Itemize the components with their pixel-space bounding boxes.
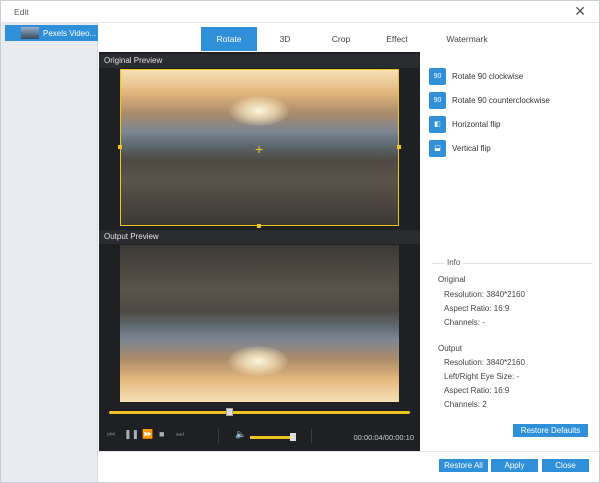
window-title: Edit	[14, 7, 29, 17]
restore-defaults-button[interactable]: Restore Defaults	[513, 424, 588, 437]
sidebar-item-label: Pexels Video...	[43, 28, 97, 38]
vertical-flip-option[interactable]: ⬓ Vertical flip	[429, 139, 491, 157]
footer-bar: Restore All Apply Close	[99, 451, 599, 482]
tab-watermark[interactable]: Watermark	[425, 27, 509, 51]
sidebar-item-video[interactable]: Pexels Video...	[5, 25, 98, 41]
original-preview-image[interactable]: +	[120, 69, 399, 226]
rotate-clockwise-label: Rotate 90 clockwise	[452, 71, 524, 81]
original-info-heading: Original	[438, 275, 466, 284]
rotate-clockwise-icon[interactable]: 90	[429, 67, 446, 85]
playback-progress-bar[interactable]	[109, 408, 410, 416]
horizontal-flip-icon[interactable]: ◧	[429, 115, 446, 133]
crop-handle-bottom[interactable]	[257, 224, 261, 228]
output-preview-label: Output Preview	[99, 230, 420, 244]
output-channels: Channels: 2	[444, 400, 487, 409]
vertical-flip-icon[interactable]: ⬓	[429, 139, 446, 157]
progress-handle[interactable]	[226, 408, 233, 416]
output-info-heading: Output	[438, 344, 463, 353]
rotate-counterclockwise-label: Rotate 90 counterclockwise	[452, 95, 550, 105]
close-icon[interactable]: ✕	[574, 4, 586, 18]
output-aspect-ratio: Aspect Ratio: 16:9	[444, 386, 510, 395]
volume-icon[interactable]: 🔈	[235, 429, 246, 440]
stop-icon[interactable]: ■	[159, 429, 164, 439]
original-resolution: Resolution: 3840*2160	[444, 290, 525, 299]
original-aspect-ratio: Aspect Ratio: 16:9	[444, 304, 510, 313]
rotate-counterclockwise-option[interactable]: 90 Rotate 90 counterclockwise	[429, 91, 550, 109]
close-button[interactable]: Close	[542, 459, 589, 472]
original-channels: Channels: -	[444, 318, 485, 327]
horizontal-flip-option[interactable]: ◧ Horizontal flip	[429, 115, 500, 133]
skip-forward-icon[interactable]: ⏭	[176, 429, 184, 440]
tab-crop[interactable]: Crop	[313, 27, 369, 51]
forward-icon[interactable]: ⏩	[142, 429, 153, 440]
tab-rotate[interactable]: Rotate	[201, 27, 257, 51]
video-thumbnail	[21, 27, 39, 39]
rotate-counterclockwise-icon[interactable]: 90	[429, 91, 446, 109]
output-resolution: Resolution: 3840*2160	[444, 358, 525, 367]
original-preview-label: Original Preview	[99, 54, 420, 68]
skip-back-icon[interactable]: ⏮	[107, 429, 115, 440]
tab-3d[interactable]: 3D	[257, 27, 313, 51]
apply-button[interactable]: Apply	[491, 459, 538, 472]
rotate-options-panel: 90 Rotate 90 clockwise 90 Rotate 90 coun…	[421, 52, 599, 451]
edit-tabs: Rotate 3D Crop Effect Watermark	[201, 27, 509, 51]
crop-handle-left[interactable]	[118, 145, 122, 149]
player-controls: ⏮ ❚❚ ⏩ ■ ⏭ 🔈 00:00:04/00:00:10	[99, 425, 420, 449]
horizontal-flip-label: Horizontal flip	[452, 119, 501, 129]
controls-divider	[311, 429, 312, 443]
volume-handle[interactable]	[290, 433, 296, 441]
sun-glare	[229, 96, 289, 126]
preview-area: Original Preview + Output Preview ⏮ ❚❚ ⏩…	[99, 52, 420, 451]
crop-handle-right[interactable]	[397, 145, 401, 149]
edit-window: Edit ✕ Pexels Video... Rotate 3D Crop Ef…	[0, 0, 600, 483]
crop-center-icon: +	[255, 141, 264, 157]
output-preview-image	[120, 245, 399, 402]
vertical-flip-label: Vertical flip	[452, 143, 491, 153]
tab-effect[interactable]: Effect	[369, 27, 425, 51]
info-title: Info	[444, 258, 464, 267]
playback-time: 00:00:04/00:00:10	[353, 433, 414, 442]
restore-all-button[interactable]: Restore All	[439, 459, 488, 472]
pause-icon[interactable]: ❚❚	[124, 429, 139, 440]
controls-divider	[218, 429, 219, 443]
rotate-clockwise-option[interactable]: 90 Rotate 90 clockwise	[429, 67, 523, 85]
file-sidebar: Pexels Video...	[1, 23, 98, 482]
sun-glare	[228, 346, 288, 376]
title-bar: Edit ✕	[1, 1, 599, 23]
output-eye-size: Left/Right Eye Size: -	[444, 372, 520, 381]
volume-slider[interactable]	[250, 436, 295, 439]
